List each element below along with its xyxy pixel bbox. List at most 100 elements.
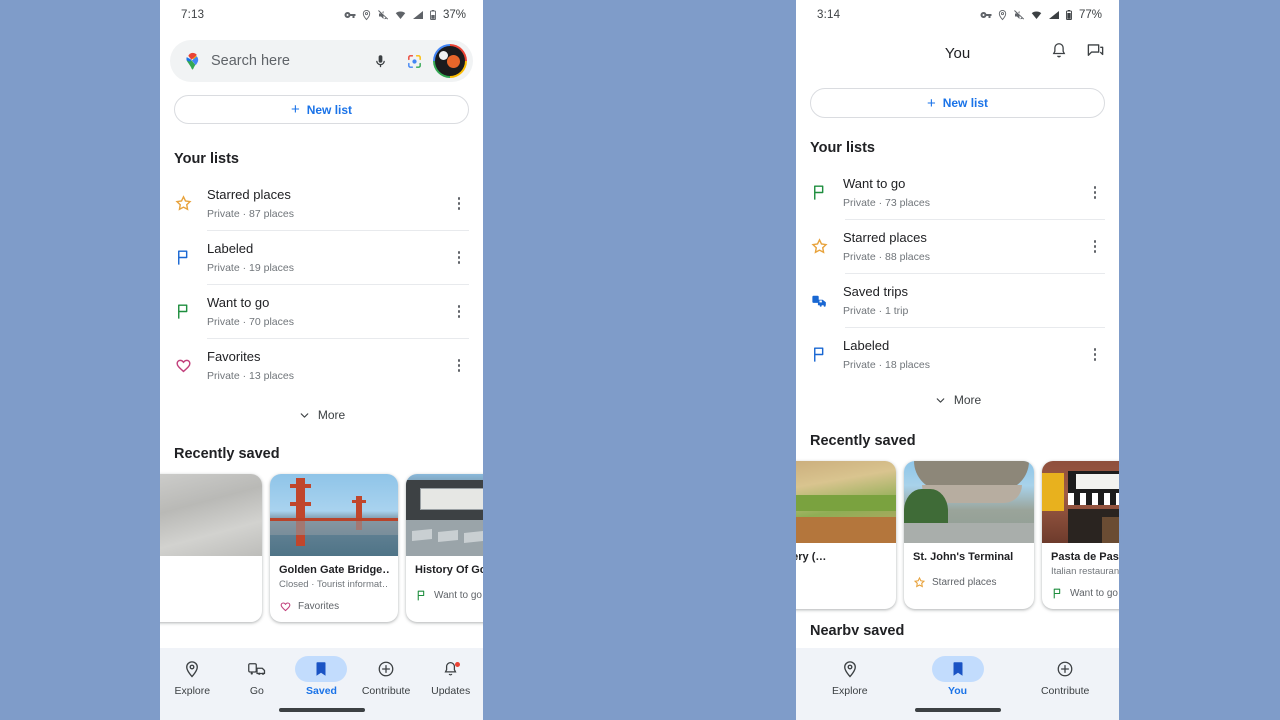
nav-item-explore[interactable]: Explore [160,656,225,697]
list-item-name: Favorites [207,348,261,364]
overflow-menu-icon[interactable] [1083,240,1107,253]
recently-saved-carousel[interactable]: Eatery (… …nt …o St. John's Terminal [796,449,1119,609]
nav-item-you[interactable]: You [904,656,1012,697]
list-item-subtitle: Private · 18 places [843,358,930,371]
recently-saved-title: Recently saved [810,433,916,449]
chat-icon[interactable] [1086,41,1105,65]
heart-icon [280,602,291,612]
status-bar-right: 3:14 77% [796,0,1119,30]
list-item[interactable]: Favorites Private · 13 places [160,339,483,392]
plus-icon: + [926,94,936,112]
place-card[interactable]: … [160,474,262,622]
your-lists-title: Your lists [810,140,875,156]
overflow-menu-icon[interactable] [447,251,471,264]
list-item[interactable]: Starred places Private · 87 places [160,177,483,230]
list-item[interactable]: Want to go Private · 70 places [160,285,483,338]
place-list-tag: Want to go [1051,587,1119,600]
list-item-text: Saved trips Private · 1 trip [840,283,1107,319]
overflow-menu-icon[interactable] [447,305,471,318]
header-actions [1050,41,1105,65]
home-indicator[interactable] [914,708,1001,712]
nav-item-contribute[interactable]: Contribute [354,656,419,697]
list-item[interactable]: Saved trips Private · 1 trip [796,274,1119,327]
avatar[interactable] [433,44,467,78]
nav-pill [1039,656,1091,682]
place-list-tag: Favorites [279,600,389,613]
list-item[interactable]: Starred places Private · 88 places [796,220,1119,273]
your-lists-title: Your lists [174,151,239,167]
screenshot-stage: 7:13 37% Search here + New list Your lis… [0,0,1280,720]
list-item-subtitle: Private · 13 places [207,369,294,382]
bell-icon[interactable] [1050,41,1068,65]
nav-label: Saved [306,685,337,697]
battery-icon [1066,10,1072,20]
place-desc: Closed · Tourist informat… [279,579,389,590]
flag-icon [810,183,840,202]
search-bar[interactable]: Search here [170,40,473,82]
more-lists-button[interactable]: More [796,393,1119,407]
place-name: History Of Golden G… [415,564,483,576]
list-item[interactable]: Labeled Private · 19 places [160,231,483,284]
bookmark-icon [953,662,962,676]
place-card[interactable]: St. John's Terminal Starred places [904,461,1034,609]
nav-item-contribute[interactable]: Contribute [1011,656,1119,697]
place-desc: Italian restaurant [1051,566,1119,577]
list-item-name: Want to go [207,294,270,310]
flag-icon [417,590,425,601]
list-item-name: Labeled [207,240,254,256]
more-lists-button[interactable]: More [160,408,483,422]
nav-item-go[interactable]: Go [225,656,290,697]
nav-item-saved[interactable]: Saved [289,656,354,697]
trips-icon [810,291,840,310]
overflow-menu-icon[interactable] [1083,348,1107,361]
location-pin-icon [998,9,1007,21]
nav-item-updates[interactable]: Updates [418,656,483,697]
recently-saved-carousel[interactable]: … Golden Gate Br [160,462,483,622]
nav-label: You [947,685,968,697]
place-card[interactable]: Eatery (… …nt …o [796,461,896,609]
flag-icon [1053,588,1061,599]
vpn-key-icon [344,12,356,18]
overflow-menu-icon[interactable] [1083,186,1107,199]
mic-icon[interactable] [367,48,393,74]
place-tag-label: Want to go [434,590,482,601]
overflow-menu-icon[interactable] [447,197,471,210]
place-thumbnail [1042,461,1119,543]
list-item-name: Labeled [843,337,890,353]
list-item-name: Saved trips [843,283,909,299]
list-item-name: Starred places [207,186,291,202]
place-card[interactable]: Golden Gate Bridge… Closed · Tourist inf… [270,474,398,622]
star-icon [174,194,204,213]
nav-pill [824,656,876,682]
list-item[interactable]: Want to go Private · 73 places [796,166,1119,219]
bookmark-icon [316,662,326,676]
signal-icon [412,11,423,19]
status-icon-group: 77% [980,9,1102,21]
list-item-text: Want to go Private · 70 places [204,294,447,330]
list-item-name: Want to go [843,175,906,191]
list-item-subtitle: Private · 19 places [207,261,294,274]
bottom-navigation-right: Explore You Contribute [796,648,1119,720]
phone-left: 7:13 37% Search here + New list Your lis… [160,0,483,720]
nav-label: Explore [832,685,868,697]
nav-pill [425,656,477,682]
lens-icon[interactable] [401,48,427,74]
new-list-button[interactable]: + New list [810,88,1105,118]
list-item-subtitle: Private · 1 trip [843,304,909,317]
mute-icon [1014,10,1025,20]
place-name: Golden Gate Bridge… [279,564,389,576]
list-item-name: Starred places [843,229,927,245]
place-card[interactable]: History Of Golden G… Want to go [406,474,483,622]
place-name: Pasta de Pasta [1051,551,1119,563]
phone-right: 3:14 77% You + New list Your lists Want … [796,0,1119,720]
list-item[interactable]: Labeled Private · 18 places [796,328,1119,381]
nav-pill [360,656,412,682]
overflow-menu-icon[interactable] [447,359,471,372]
home-indicator[interactable] [278,708,365,712]
place-tag-label: Want to go [1070,588,1118,599]
battery-percent: 37% [442,9,466,21]
nav-item-explore[interactable]: Explore [796,656,904,697]
search-input[interactable]: Search here [211,53,359,69]
place-card[interactable]: Pasta de Pasta Italian restaurant Want t… [1042,461,1119,609]
new-list-button[interactable]: + New list [174,95,469,124]
